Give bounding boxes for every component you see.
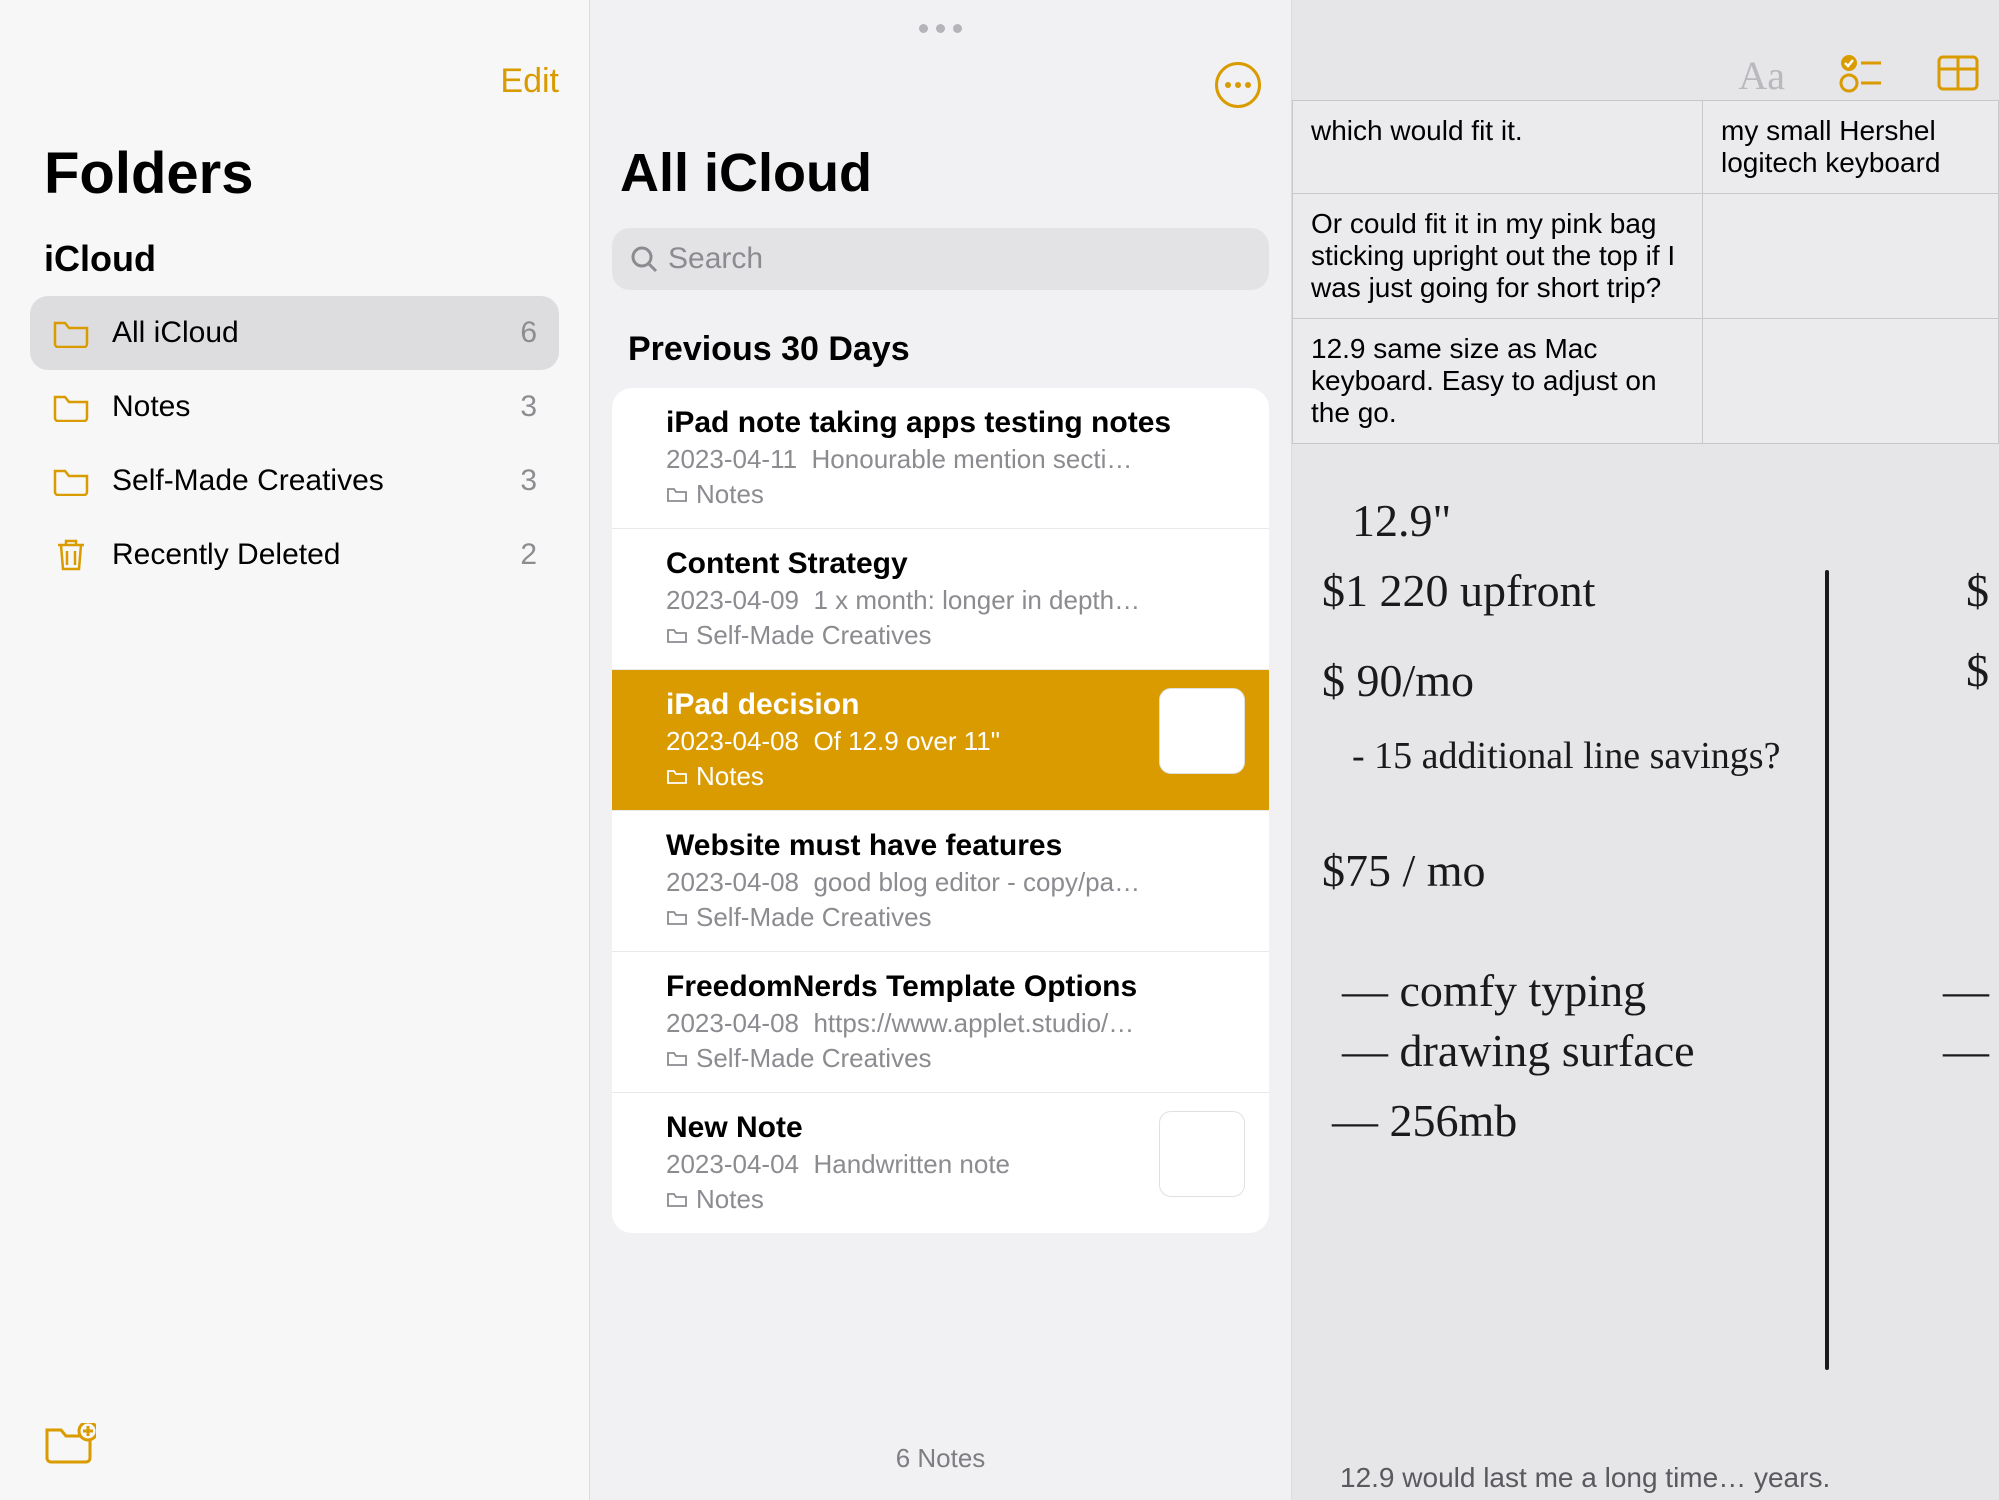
list-section-header: Previous 30 Days [628,330,910,369]
handwriting-line: — 256mb [1332,1094,1517,1147]
note-title: New Note [666,1111,1239,1145]
handwriting-area[interactable]: 12.9" $1 220 upfront $ 90/mo - 15 additi… [1292,484,1999,1304]
folder-count: 3 [520,390,537,424]
handwriting-line: $1 220 upfront [1322,564,1595,617]
note-meta: 2023-04-11 Honourable mention section at… [666,444,1146,475]
note-title: iPad note taking apps testing notes [666,406,1239,440]
folder-label: Notes [112,390,190,424]
note-row-selected[interactable]: iPad decision 2023-04-08 Of 12.9 over 11… [612,670,1269,811]
list-heading: All iCloud [620,142,872,204]
folders-section-label: iCloud [44,238,156,280]
folder-notes[interactable]: Notes 3 [30,370,559,444]
table-cell[interactable]: my small Hershel logitech keyboard [1703,101,1999,194]
folder-label: Recently Deleted [112,538,340,572]
handwriting-line: — [1943,1024,1989,1077]
handwriting-line: — comfy typing [1342,964,1646,1017]
search-icon [630,245,658,273]
note-folder-label: Self-Made Creatives [666,620,1239,651]
folder-all-icloud[interactable]: All iCloud 6 [30,296,559,370]
search-input[interactable]: Search [612,228,1269,290]
folders-sidebar: Edit Folders iCloud All iCloud 6 Notes 3… [0,0,590,1500]
note-row[interactable]: Website must have features 2023-04-08 go… [612,811,1269,952]
folder-count: 6 [520,316,537,350]
handwriting-line: $ [1966,564,1989,617]
note-row[interactable]: iPad note taking apps testing notes 2023… [612,388,1269,529]
note-title: FreedomNerds Template Options [666,970,1239,1004]
folder-icon [666,627,688,645]
handwriting-divider [1825,570,1829,1370]
folders-heading: Folders [44,140,254,207]
notes-list: iPad note taking apps testing notes 2023… [612,388,1269,1233]
handwriting-line: $ [1966,644,1989,697]
note-meta: 2023-04-08 https://www.applet.studio/sho… [666,1008,1146,1039]
list-footer-count: 6 Notes [590,1443,1291,1474]
note-folder-label: Self-Made Creatives [666,1043,1239,1074]
note-bottom-line: 12.9 would last me a long time… years. [1340,1462,1830,1494]
note-thumbnail [1159,1111,1245,1197]
table-cell[interactable]: 12.9 same size as Mac keyboard. Easy to … [1293,319,1703,444]
search-placeholder: Search [668,242,763,276]
note-row[interactable]: FreedomNerds Template Options 2023-04-08… [612,952,1269,1093]
folder-icon [666,909,688,927]
note-folder-label: Notes [666,479,1239,510]
more-options-button[interactable] [1215,62,1261,108]
note-table[interactable]: which would fit it.my small Hershel logi… [1292,100,1999,444]
folder-label: All iCloud [112,316,239,350]
folder-label: Self-Made Creatives [112,464,384,498]
note-meta: 2023-04-08 good blog editor - copy/paste… [666,867,1146,898]
note-meta: 2023-04-08 Of 12.9 over 11" [666,726,1146,757]
edit-button[interactable]: Edit [500,62,559,101]
table-cell[interactable] [1703,319,1999,444]
note-folder-label: Notes [666,1184,1239,1215]
note-folder-label: Self-Made Creatives [666,902,1239,933]
note-thumbnail [1159,688,1245,774]
note-meta: 2023-04-04 Handwritten note [666,1149,1146,1180]
note-content[interactable]: which would fit it.my small Hershel logi… [1292,54,1999,1500]
table-cell[interactable]: Or could fit it in my pink bag sticking … [1293,194,1703,319]
table-cell[interactable]: which would fit it. [1293,101,1703,194]
folder-self-made-creatives[interactable]: Self-Made Creatives 3 [30,444,559,518]
handwriting-line: — [1943,964,1989,1017]
note-title: Website must have features [666,829,1239,863]
folder-icon [666,1050,688,1068]
note-folder-label: Notes [666,761,1239,792]
new-folder-button[interactable] [44,1423,96,1470]
note-title: Content Strategy [666,547,1239,581]
window-grabber-icon[interactable] [919,24,962,33]
note-row[interactable]: Content Strategy 2023-04-09 1 x month: l… [612,529,1269,670]
folder-icon [52,466,90,496]
folder-count: 3 [520,464,537,498]
handwriting-line: 12.9" [1352,494,1451,547]
notes-list-pane: All iCloud Search Previous 30 Days iPad … [590,0,1292,1500]
note-row[interactable]: New Note 2023-04-04 Handwritten note Not… [612,1093,1269,1233]
note-meta: 2023-04-09 1 x month: longer in depth ar… [666,585,1146,616]
folder-icon [666,486,688,504]
handwriting-line: — drawing surface [1342,1024,1695,1077]
note-detail-pane: Aa which would fit it.my small Hershel l… [1292,0,1999,1500]
handwriting-line: $75 / mo [1322,844,1486,897]
note-title: iPad decision [666,688,1239,722]
folder-icon [666,1191,688,1209]
folder-recently-deleted[interactable]: Recently Deleted 2 [30,518,559,592]
folder-icon [666,768,688,786]
folder-icon [52,318,90,348]
handwriting-line: $ 90/mo [1322,654,1474,707]
trash-icon [52,540,90,570]
handwriting-line: - 15 additional line savings? [1352,734,1780,778]
table-cell[interactable] [1703,194,1999,319]
folder-icon [52,392,90,422]
folder-count: 2 [520,538,537,572]
